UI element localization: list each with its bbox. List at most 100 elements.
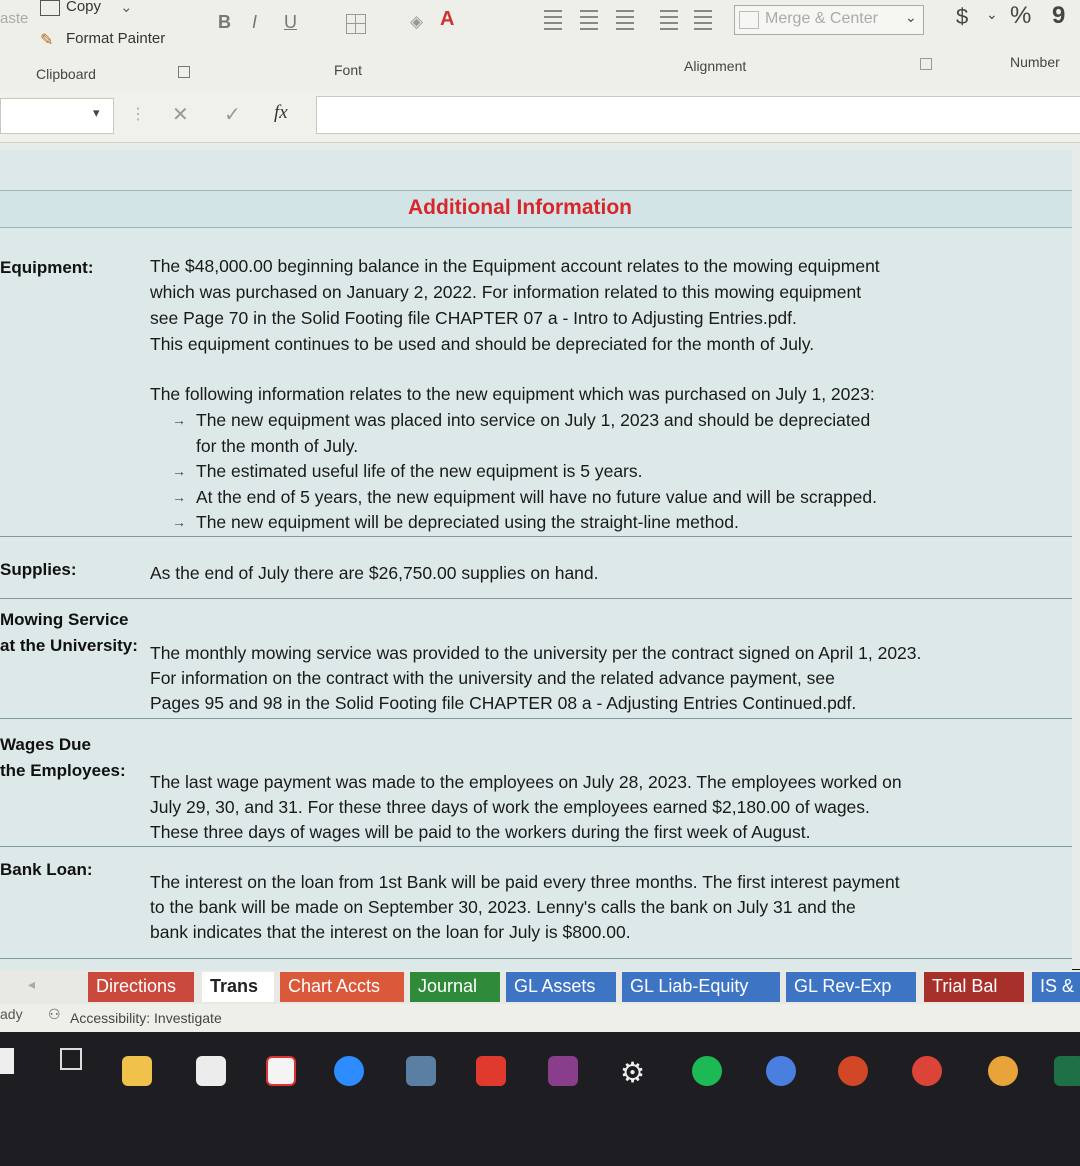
currency-button[interactable]: $ <box>956 4 968 30</box>
enter-icon[interactable]: ✓ <box>224 102 241 127</box>
tab-trans[interactable]: Trans <box>202 972 274 1002</box>
wages-line-1: The last wage payment was made to the em… <box>150 772 902 792</box>
loan-line-3: bank indicates that the interest on the … <box>150 922 631 942</box>
tab-gl-assets[interactable]: GL Assets <box>506 972 616 1002</box>
underline-button[interactable]: U <box>284 12 297 33</box>
loan-line-2: to the bank will be made on September 30… <box>150 897 856 917</box>
align-right-icon[interactable] <box>616 10 634 30</box>
font-group-label: Font <box>334 62 363 78</box>
chevron-down-icon: ⌄ <box>905 9 917 25</box>
comma-style-button[interactable]: 9 <box>1052 2 1065 30</box>
currency-dropdown-icon[interactable]: ⌄ <box>986 6 998 23</box>
scroll-tabs-left-icon[interactable]: ◂ <box>28 976 35 993</box>
bullet-arrow-icon: → <box>172 463 186 479</box>
settings-icon[interactable]: ⚙ <box>620 1056 645 1089</box>
supplies-text: As the end of July there are $26,750.00 … <box>150 563 599 583</box>
camera-icon[interactable] <box>406 1056 436 1086</box>
new-equipment-bullet-4: The new equipment will be depreciated us… <box>196 512 739 532</box>
copy-button[interactable]: Copy <box>66 0 101 15</box>
zoom-icon[interactable] <box>334 1056 364 1086</box>
paste-button[interactable]: aste <box>0 10 28 27</box>
format-painter-button[interactable]: Format Painter <box>66 30 165 47</box>
name-box[interactable]: ▾ <box>0 98 114 134</box>
new-equipment-bullet-3: At the end of 5 years, the new equipment… <box>196 487 877 507</box>
status-ready: ady <box>0 1006 23 1022</box>
excel-icon[interactable] <box>1054 1056 1080 1086</box>
accessibility-icon: ⚇ <box>48 1006 61 1022</box>
notepad-icon[interactable] <box>196 1056 226 1086</box>
font-color-icon[interactable]: A <box>440 8 454 31</box>
name-box-dropdown-icon[interactable]: ▾ <box>93 105 100 121</box>
increase-indent-icon[interactable] <box>694 10 712 30</box>
number-group-label: Number <box>1010 54 1060 70</box>
bold-button[interactable]: B <box>218 12 231 33</box>
chrome-icon-3[interactable] <box>988 1056 1018 1086</box>
powerpoint-icon[interactable] <box>838 1056 868 1086</box>
tab-journal[interactable]: Journal <box>410 972 500 1002</box>
insert-function-icon[interactable]: fx <box>274 102 288 124</box>
bullet-arrow-icon: → <box>172 412 186 428</box>
windows-icon[interactable] <box>0 1048 14 1074</box>
alignment-launcher-icon[interactable] <box>920 58 932 70</box>
mowing-label-2: at the University: <box>0 636 138 655</box>
new-equipment-bullet-2: The estimated useful life of the new equ… <box>196 461 643 481</box>
chrome-icon[interactable] <box>766 1056 796 1086</box>
bullet-arrow-icon: → <box>172 489 186 505</box>
taskbar <box>0 1032 1080 1166</box>
merge-center-label: Merge & Center <box>765 10 878 27</box>
task-view-icon[interactable] <box>60 1048 82 1070</box>
equipment-line-2: which was purchased on January 2, 2022. … <box>150 282 862 302</box>
align-center-icon[interactable] <box>580 10 598 30</box>
decrease-indent-icon[interactable] <box>660 10 678 30</box>
ribbon: aste Copy ⌄ ✎ Format Painter Clipboard B… <box>0 0 1080 91</box>
copy-icon <box>40 0 60 16</box>
sheet-title: Additional Information <box>408 196 632 219</box>
accessibility-status[interactable]: Accessibility: Investigate <box>70 1010 222 1026</box>
drag-handle-icon[interactable]: ⋮ <box>130 104 146 124</box>
wages-line-3: These three days of wages will be paid t… <box>150 822 811 842</box>
clipboard-launcher-icon[interactable] <box>178 66 190 78</box>
tab-gl-rev-exp[interactable]: GL Rev-Exp <box>786 972 916 1002</box>
borders-icon[interactable] <box>346 14 366 34</box>
section-divider <box>0 536 1072 537</box>
copy-dropdown-icon[interactable]: ⌄ <box>120 0 133 16</box>
tab-gl-liab-equity[interactable]: GL Liab-Equity <box>622 972 780 1002</box>
winrar-icon[interactable] <box>548 1056 578 1086</box>
section-divider <box>0 598 1072 599</box>
alignment-group-label: Alignment <box>684 58 747 74</box>
spotify-icon[interactable] <box>692 1056 722 1086</box>
status-bar: ady ⚇ Accessibility: Investigate <box>0 1004 1080 1032</box>
new-equipment-bullet-1-cont: for the month of July. <box>196 436 359 456</box>
italic-button[interactable]: I <box>252 12 257 33</box>
merge-center-button[interactable]: Merge & Center ⌄ <box>734 5 924 35</box>
paintbrush-icon: ✎ <box>40 32 54 49</box>
bullet-arrow-icon: → <box>172 514 186 530</box>
chrome-icon-2[interactable] <box>912 1056 942 1086</box>
formula-input[interactable] <box>316 96 1080 134</box>
clipboard-group-label: Clipboard <box>36 66 96 82</box>
percent-button[interactable]: % <box>1010 2 1031 30</box>
tab-chart-accts[interactable]: Chart Accts <box>280 972 404 1002</box>
red-app-icon[interactable] <box>476 1056 506 1086</box>
equipment-line-3: see Page 70 in the Solid Footing file CH… <box>150 308 797 328</box>
tab-trial-bal[interactable]: Trial Bal <box>924 972 1024 1002</box>
section-divider <box>0 718 1072 719</box>
new-equipment-intro: The following information relates to the… <box>150 384 875 404</box>
file-explorer-icon[interactable] <box>122 1056 152 1086</box>
tab-is[interactable]: IS & <box>1032 972 1080 1002</box>
loan-label: Bank Loan: <box>0 860 93 879</box>
mowing-label-1: Mowing Service <box>0 610 129 629</box>
tab-directions[interactable]: Directions <box>88 972 194 1002</box>
section-divider <box>0 846 1072 847</box>
equipment-line-1: The $48,000.00 beginning balance in the … <box>150 256 880 276</box>
refresh-app-icon[interactable] <box>266 1056 296 1086</box>
cancel-icon[interactable]: ✕ <box>172 102 189 127</box>
new-equipment-bullet-1: The new equipment was placed into servic… <box>196 410 871 430</box>
equipment-label: Equipment: <box>0 258 94 277</box>
fill-color-icon[interactable]: ◈ <box>410 12 423 32</box>
supplies-label: Supplies: <box>0 560 77 579</box>
wages-label-1: Wages Due <box>0 735 92 754</box>
align-left-icon[interactable] <box>544 10 562 30</box>
mowing-line-3: Pages 95 and 98 in the Solid Footing fil… <box>150 693 857 713</box>
loan-line-1: The interest on the loan from 1st Bank w… <box>150 872 900 892</box>
